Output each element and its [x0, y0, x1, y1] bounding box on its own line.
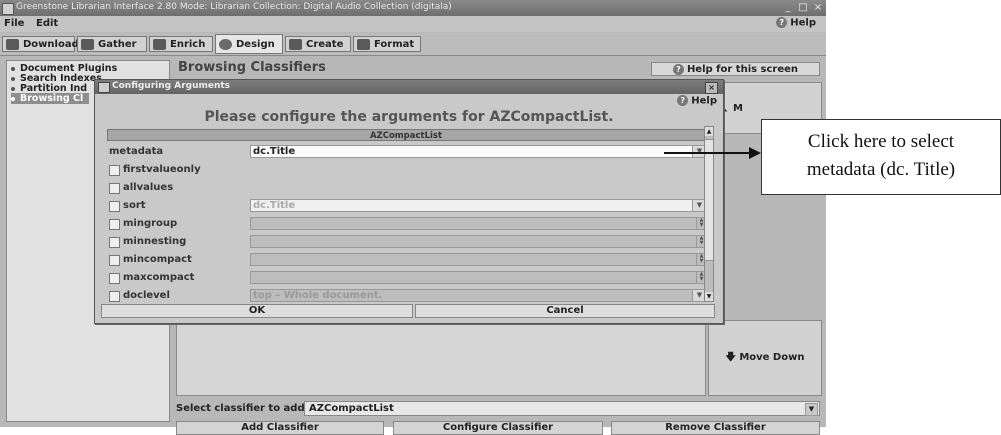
mingroup-checkbox[interactable]	[109, 219, 120, 230]
classifier-select[interactable]: AZCompactList ▼	[304, 401, 820, 416]
cancel-button[interactable]: Cancel	[415, 304, 715, 318]
arg-row-allvalues: allvalues	[107, 181, 705, 195]
sort-select[interactable]: dc.Title ▼	[250, 199, 708, 212]
help-icon: ?	[672, 63, 684, 75]
arg-label: allvalues	[123, 182, 174, 193]
design-icon	[219, 39, 232, 50]
tab-enrich[interactable]: Enrich	[149, 36, 213, 52]
callout-line-1: Click here to select	[807, 131, 955, 152]
callout-arrow-line	[664, 152, 750, 154]
chevron-down-icon: ▼	[805, 403, 818, 416]
close-window-icon[interactable]: ×	[813, 2, 823, 13]
maxcompact-spinner[interactable]: ▲ ▼	[250, 271, 708, 284]
dialog-close-icon[interactable]: ×	[705, 82, 718, 94]
arg-label: minnesting	[123, 236, 187, 247]
arg-label: maxcompact	[123, 272, 195, 283]
arg-label: mincompact	[123, 254, 192, 265]
tab-create[interactable]: Create	[285, 36, 351, 52]
arg-row-mincompact: mincompact ▲ ▼	[107, 253, 708, 267]
dialog-title: Configuring Arguments	[112, 81, 231, 91]
librarian-app-window: Greenstone Librarian Interface 2.80 Mode…	[0, 0, 826, 435]
menu-help[interactable]: ? Help	[776, 17, 816, 29]
dialog-icon	[98, 82, 110, 93]
ok-button[interactable]: OK	[101, 304, 413, 318]
arg-row-firstvalueonly: firstvalueonly	[107, 163, 705, 177]
menu-edit[interactable]: Edit	[36, 18, 58, 29]
arg-row-doclevel: doclevel top – Whole document. ▼	[107, 289, 708, 303]
add-classifier-button[interactable]: Add Classifier	[176, 421, 384, 435]
sort-checkbox[interactable]	[109, 201, 120, 212]
metadata-select[interactable]: dc.Title ▼	[250, 145, 708, 158]
classifier-name-header: AZCompactList	[107, 129, 705, 141]
dialog-help-button[interactable]: ? Help	[677, 95, 717, 107]
arrow-down-icon: 🡇	[725, 352, 740, 363]
mingroup-spinner[interactable]: ▲ ▼	[250, 217, 708, 230]
app-icon	[2, 3, 14, 15]
download-icon	[6, 39, 19, 50]
scroll-down-icon[interactable]: ▼	[705, 292, 713, 301]
mincompact-checkbox[interactable]	[109, 255, 120, 266]
arg-label: doclevel	[123, 290, 170, 301]
create-icon	[289, 39, 302, 50]
page-title: Browsing Classifiers	[178, 60, 326, 75]
classifier-select-row: Select classifier to add AZCompactList ▼	[176, 401, 820, 417]
doclevel-select[interactable]: top – Whole document. ▼	[250, 289, 708, 302]
callout-arrow-head-icon	[749, 147, 761, 159]
arg-label: mingroup	[123, 218, 178, 229]
gather-icon	[81, 39, 94, 50]
arg-row-metadata: metadata dc.Title ▼	[107, 145, 708, 159]
arg-row-sort: sort dc.Title ▼	[107, 199, 708, 213]
dialog-heading: Please configure the arguments for AZCom…	[204, 109, 614, 125]
arg-label: metadata	[109, 146, 164, 157]
arg-row-maxcompact: maxcompact ▲ ▼	[107, 271, 708, 285]
help-for-screen-button[interactable]: ? Help for this screen	[651, 62, 820, 76]
minnesting-spinner[interactable]: ▲ ▼	[250, 235, 708, 248]
remove-classifier-button[interactable]: Remove Classifier	[611, 421, 820, 435]
mincompact-spinner[interactable]: ▲ ▼	[250, 253, 708, 266]
tab-format[interactable]: Format	[353, 36, 421, 52]
callout-line-2: metadata (dc. Title)	[806, 159, 956, 180]
tab-bar: Download Gather Enrich Design Create For…	[0, 33, 826, 56]
arguments-panel: AZCompactList metadata dc.Title ▼ firstva…	[101, 126, 708, 302]
allvalues-checkbox[interactable]	[109, 183, 120, 194]
tab-gather[interactable]: Gather	[77, 36, 147, 52]
configure-classifier-button[interactable]: Configure Classifier	[393, 421, 603, 435]
menu-file[interactable]: File	[4, 18, 24, 29]
help-icon: ?	[776, 17, 788, 28]
format-icon	[357, 39, 370, 50]
minimize-icon[interactable]: _	[783, 2, 793, 13]
maxcompact-checkbox[interactable]	[109, 273, 120, 284]
window-title: Greenstone Librarian Interface 2.80 Mode…	[16, 2, 452, 12]
maximize-icon[interactable]: □	[798, 2, 808, 13]
arg-row-minnesting: minnesting ▲ ▼	[107, 235, 708, 249]
window-titlebar: Greenstone Librarian Interface 2.80 Mode…	[0, 0, 826, 16]
arg-label: sort	[123, 200, 146, 211]
menu-bar: File Edit ? Help	[0, 16, 826, 32]
annotation-callout: Click here to select metadata (dc. Title…	[761, 119, 1001, 195]
arg-label: firstvalueonly	[123, 164, 201, 175]
help-icon: ?	[677, 95, 689, 106]
select-classifier-label: Select classifier to add	[176, 403, 305, 414]
dialog-titlebar: Configuring Arguments ×	[95, 80, 723, 94]
tab-design[interactable]: Design	[215, 34, 283, 54]
sidebar-item-browsing-classifiers[interactable]: Browsing Cl	[11, 93, 90, 104]
scrollbar-thumb[interactable]	[705, 139, 713, 261]
minnesting-checkbox[interactable]	[109, 237, 120, 248]
doclevel-checkbox[interactable]	[109, 291, 120, 302]
scroll-up-icon[interactable]: ▲	[705, 127, 713, 136]
enrich-icon	[153, 39, 166, 50]
arg-row-mingroup: mingroup ▲ ▼	[107, 217, 708, 231]
move-down-button[interactable]: 🡇 Move Down	[708, 320, 822, 396]
tab-download[interactable]: Download	[2, 36, 79, 52]
firstvalueonly-checkbox[interactable]	[109, 165, 120, 176]
configuring-arguments-dialog: Configuring Arguments × ? Help Please con…	[94, 79, 724, 324]
